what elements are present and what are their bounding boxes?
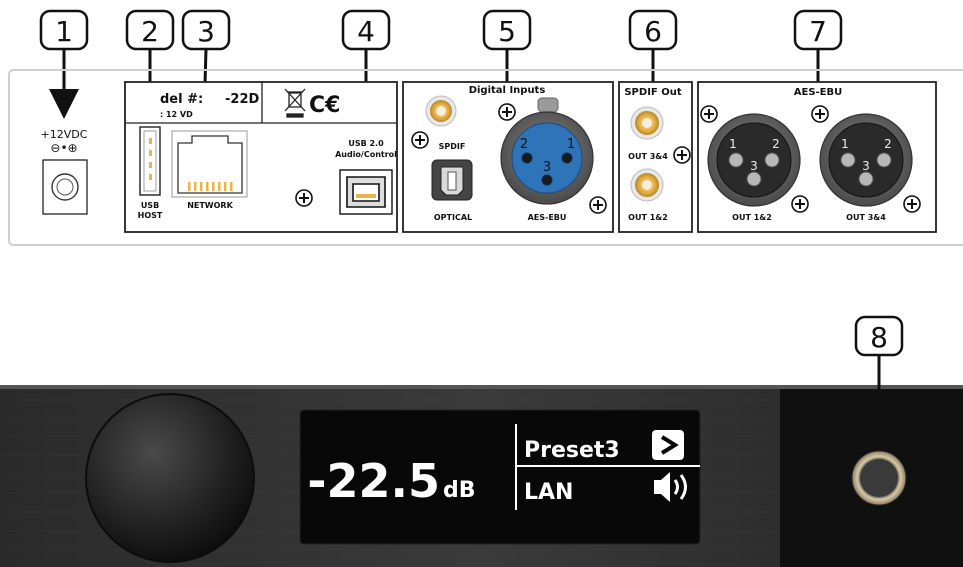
svg-text:SPDIF: SPDIF (439, 142, 466, 151)
svg-text:OPTICAL: OPTICAL (434, 213, 472, 222)
svg-text:1: 1 (841, 137, 849, 151)
svg-text:Audio/Control: Audio/Control (335, 150, 397, 159)
svg-text:2: 2 (884, 137, 892, 151)
svg-text:HOST: HOST (138, 211, 163, 220)
volume-unit: dB (443, 478, 476, 503)
svg-text:USB 2.0: USB 2.0 (348, 139, 384, 148)
svg-text:USB: USB (141, 201, 159, 210)
svg-text:: 12 VD: : 12 VD (160, 110, 193, 119)
svg-text:5: 5 (498, 15, 516, 48)
input-arrow-icon (652, 430, 684, 460)
svg-text:OUT 3&4: OUT 3&4 (846, 213, 886, 222)
svg-text:4: 4 (357, 15, 375, 48)
svg-text:3: 3 (862, 159, 870, 173)
screw-plus-icon (673, 146, 691, 164)
screw-plus-icon (700, 105, 718, 123)
svg-text:-22D: -22D (225, 92, 259, 107)
screw-plus-icon (811, 105, 829, 123)
screw-plus-icon (498, 103, 516, 121)
screw-plus-icon (791, 195, 809, 213)
aes-ebu-out-block: AES-EBU 1 2 3 OUT 1&2 1 2 3 OUT 3&4 (697, 81, 937, 233)
callout-8: 8 (854, 315, 904, 392)
volume-knob[interactable] (85, 393, 255, 563)
svg-text:1: 1 (729, 137, 737, 151)
svg-text:+12VDC: +12VDC (41, 128, 88, 141)
rear-panel-diagram: 1 2 3 4 5 6 7 +12VDC ⊖•⊕ del #: -22D: 1… (0, 9, 963, 567)
preset-name: Preset3 (524, 438, 620, 463)
svg-text:2: 2 (141, 15, 159, 48)
spdif-out-block: SPDIF Out OUT 3&4 OUT 1&2 (618, 81, 693, 233)
callout-1: 1 (39, 9, 89, 119)
source-name: LAN (524, 480, 573, 505)
screw-plus-icon (903, 195, 921, 213)
svg-text:3: 3 (543, 160, 551, 175)
svg-text:del #:: del #: (160, 92, 203, 107)
svg-text:SPDIF Out: SPDIF Out (624, 87, 681, 98)
svg-text:NETWORK: NETWORK (187, 201, 233, 210)
screw-plus-icon (295, 189, 313, 207)
callout-5: 5 (482, 9, 532, 82)
svg-text:1: 1 (567, 137, 575, 152)
digital-inputs-block: Digital Inputs SPDIF OPTICAL 2 1 3 AES-E… (402, 81, 614, 233)
svg-text:OUT 1&2: OUT 1&2 (628, 213, 668, 222)
volume-value: -22.5 (307, 454, 440, 508)
screw-plus-icon (589, 196, 607, 214)
ce-mark: C€ (309, 93, 340, 118)
front-panel: -22.5 dB Preset3 LAN (0, 385, 963, 567)
callout-7: 7 (793, 9, 843, 82)
callout-6: 6 (628, 9, 678, 82)
svg-text:⊖•⊕: ⊖•⊕ (50, 141, 77, 155)
svg-text:8: 8 (870, 321, 888, 354)
svg-text:AES-EBU: AES-EBU (528, 213, 567, 222)
svg-text:2: 2 (772, 137, 780, 151)
svg-text:2: 2 (520, 137, 528, 152)
svg-text:OUT 1&2: OUT 1&2 (732, 213, 772, 222)
screw-plus-icon (411, 131, 429, 149)
power-input: +12VDC ⊖•⊕ (41, 128, 88, 215)
svg-text:7: 7 (809, 15, 827, 48)
svg-text:OUT 3&4: OUT 3&4 (628, 152, 668, 161)
svg-text:Digital Inputs: Digital Inputs (469, 85, 546, 96)
svg-text:6: 6 (644, 15, 662, 48)
io-block-left: del #: -22D : 12 VD C€ USB HOST NETWORK … (124, 81, 398, 233)
svg-text:3: 3 (750, 159, 758, 173)
svg-text:AES-EBU: AES-EBU (794, 87, 843, 98)
svg-text:3: 3 (197, 15, 215, 48)
svg-text:1: 1 (55, 15, 73, 48)
